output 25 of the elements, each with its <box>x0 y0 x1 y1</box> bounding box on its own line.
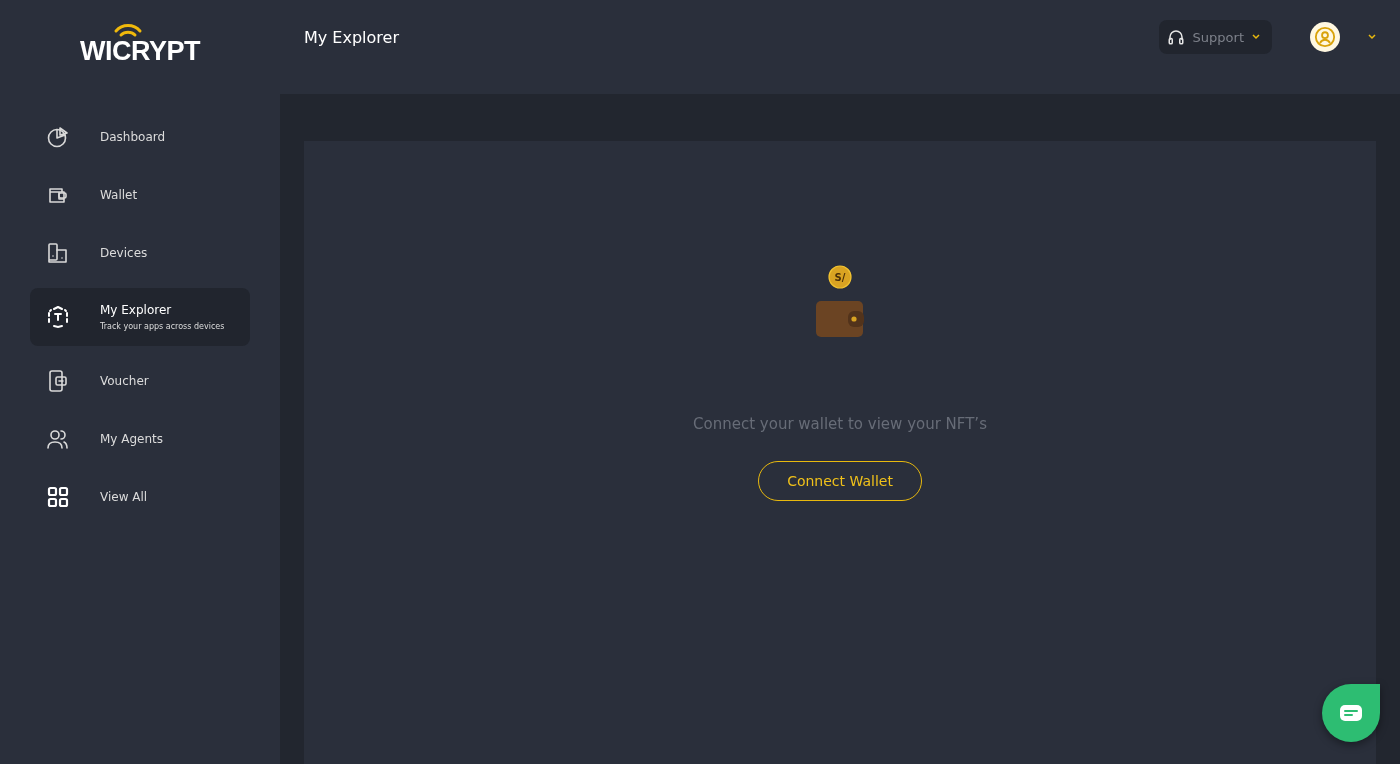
empty-state-message: Connect your wallet to view your NFT’s <box>693 415 987 433</box>
caret-icon <box>1252 34 1260 40</box>
sidebar-item[interactable]: My Agents <box>30 416 250 462</box>
page-title: My Explorer <box>304 27 400 47</box>
people-icon <box>46 427 70 451</box>
sidebar-item[interactable]: My Explorer Track your apps across devices <box>30 288 250 346</box>
sidebar-item-label: My Explorer <box>100 303 173 317</box>
voucher-icon <box>46 369 70 393</box>
logo: WICRYPT <box>80 27 200 67</box>
avatar-button[interactable] <box>1310 22 1340 52</box>
devices-icon <box>46 241 70 265</box>
sidebar-item[interactable]: Voucher <box>30 358 250 404</box>
sidebar-item-subtitle: Track your apps across devices <box>100 322 225 331</box>
caret-icon[interactable] <box>1368 34 1376 40</box>
scan-frame-icon <box>46 305 70 329</box>
support-button[interactable]: Support <box>1158 20 1272 54</box>
sidebar-item[interactable]: Devices <box>30 230 250 276</box>
grid-icon <box>46 485 70 509</box>
sidebar-item[interactable]: Dashboard <box>30 114 250 160</box>
headphones-icon <box>1166 28 1185 46</box>
sidebar-item[interactable]: View All <box>30 474 250 520</box>
pie-chart-icon <box>46 125 70 149</box>
coin-label: S/ <box>834 272 846 283</box>
chat-icon <box>1339 703 1363 723</box>
sidebar-item[interactable]: Wallet <box>30 172 250 218</box>
